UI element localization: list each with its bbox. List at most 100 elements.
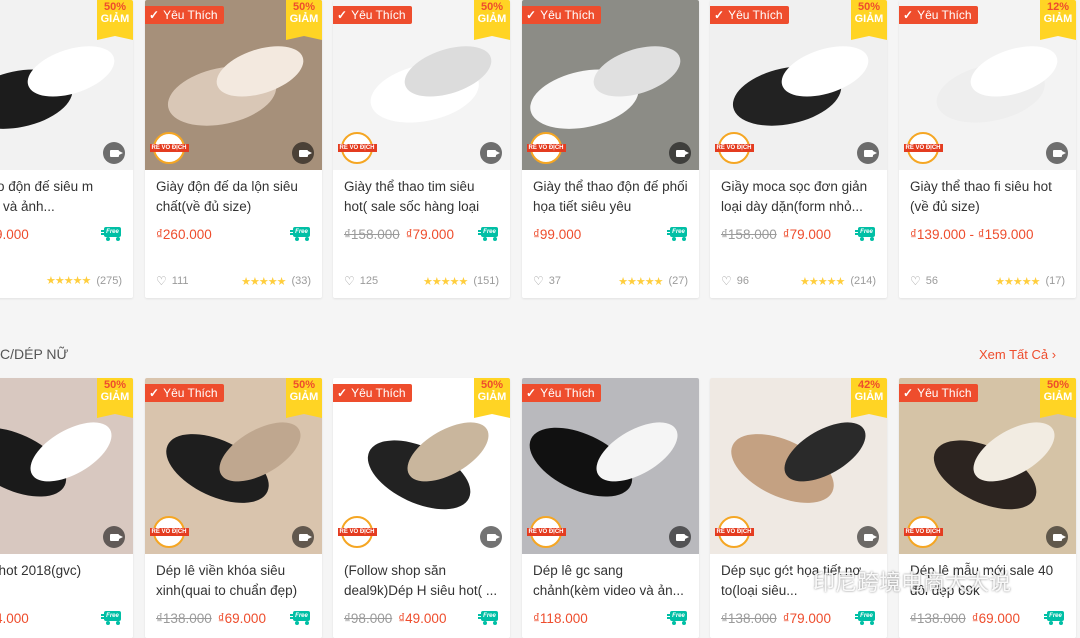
product-name[interactable]: (Follow shop săn deal9k)Dép H siêu hot( … bbox=[333, 554, 510, 601]
product-image[interactable]: 50%GIẢMRẺ VÔ ĐỊCH bbox=[0, 378, 133, 554]
sale-price: ₫139.000 - ₫159.000 bbox=[910, 227, 1034, 242]
cheapest-badge-text: RẺ VÔ ĐỊCH bbox=[526, 528, 566, 536]
product-card[interactable]: ✓ Yêu Thích 50% GIẢM RẺ VÔ ĐỊCH Giày thể thao… bbox=[333, 0, 510, 298]
favorite-badge: ✓ Yêu Thích bbox=[333, 384, 412, 402]
product-card[interactable]: ✓ Yêu Thích 12% GIẢM RẺ VÔ ĐỊCH Giày thể thao… bbox=[899, 0, 1076, 298]
product-name[interactable]: Giày thể thao độn đế phối họa tiết siêu … bbox=[522, 170, 699, 217]
check-icon: ✓ bbox=[337, 8, 348, 22]
product-price: ₫138.000 ₫69.000 Free bbox=[145, 601, 322, 626]
see-all-link[interactable]: Xem Tất Cả › bbox=[979, 347, 1056, 362]
sale-price: ₫118.000 bbox=[533, 611, 588, 626]
old-price: ₫158.000 bbox=[344, 227, 400, 242]
product-image[interactable]: ✓ Yêu Thích 50% GIẢM RẺ VÔ ĐỊCH bbox=[145, 0, 322, 170]
product-card[interactable]: ✓ Yêu Thích RẺ VÔ ĐỊCH Dép lê gc sang chảnh… bbox=[522, 378, 699, 638]
discount-word: GIẢM bbox=[289, 12, 319, 25]
product-name[interactable]: Giày thể thao fi siêu hot (về đủ size) bbox=[899, 170, 1076, 217]
section-title: C/DÉP NỮ bbox=[0, 346, 69, 362]
product-image[interactable]: ✓ Yêu Thích RẺ VÔ ĐỊCH bbox=[522, 0, 699, 170]
heart-icon[interactable]: ♡ bbox=[910, 274, 921, 288]
sale-price: ₫69.000 bbox=[971, 611, 1020, 626]
favorite-label: Yêu Thích bbox=[351, 8, 406, 22]
heart-icon[interactable]: ♡ bbox=[344, 274, 355, 288]
free-shipping-icon: Free bbox=[855, 226, 877, 241]
product-image[interactable]: ✓ Yêu Thích 50% GIẢM RẺ VÔ ĐỊCH bbox=[145, 378, 322, 554]
check-icon: ✓ bbox=[903, 386, 914, 400]
favorite-label: Yêu Thích bbox=[351, 386, 406, 400]
old-price: ₫138.000 bbox=[721, 611, 777, 626]
product-meta: ♡ 125 ★★★★★ (151) bbox=[344, 274, 499, 288]
video-icon bbox=[103, 526, 125, 548]
product-name[interactable]: ê nữ hot 2018(gvc) bbox=[0, 554, 133, 601]
product-card[interactable]: ✓ Yêu Thích 50% GIẢM RẺ VÔ ĐỊCH (Follow shop … bbox=[333, 378, 510, 638]
product-name[interactable]: Giày độn đế da lộn siêu chất(về đủ size) bbox=[145, 170, 322, 217]
product-name[interactable]: Dép lê viền khóa siêu xinh(quai to chuẩn… bbox=[145, 554, 322, 601]
product-name[interactable]: ể thao độn đế siêu m video và ảnh... bbox=[0, 170, 133, 217]
product-name[interactable]: Giầy moca sọc đơn giản loại dày dặn(form… bbox=[710, 170, 887, 217]
cheapest-badge-icon: RẺ VÔ ĐỊCH bbox=[337, 516, 377, 548]
video-icon bbox=[1046, 526, 1068, 548]
video-icon bbox=[669, 526, 691, 548]
product-price: ₫138.000 ₫69.000 Free bbox=[899, 601, 1076, 626]
discount-word: GIẢM bbox=[100, 390, 130, 403]
discount-word: GIẢM bbox=[854, 12, 884, 25]
cheapest-badge-text: RẺ VÔ ĐỊCH bbox=[149, 144, 189, 152]
video-icon bbox=[480, 526, 502, 548]
cheapest-badge-text: RẺ VÔ ĐỊCH bbox=[337, 528, 377, 536]
product-card[interactable]: ✓ Yêu Thích 50% GIẢM RẺ VÔ ĐỊCH Dép lê viền k… bbox=[145, 378, 322, 638]
product-image[interactable]: ✓ Yêu Thích 50% GIẢM RẺ VÔ ĐỊCH bbox=[333, 378, 510, 554]
product-name[interactable]: Giày thể thao tim siêu hot( sale sốc hàn… bbox=[333, 170, 510, 217]
favorite-label: Yêu Thích bbox=[917, 386, 972, 400]
review-count: (27) bbox=[668, 275, 688, 287]
heart-icon[interactable]: ♡ bbox=[533, 274, 544, 288]
product-image[interactable]: ✓ Yêu Thích 50% GIẢM RẺ VÔ ĐỊCH bbox=[333, 0, 510, 170]
discount-word: GIẢM bbox=[1043, 390, 1073, 403]
discount-word: GIẢM bbox=[1043, 12, 1073, 25]
like-count: 96 bbox=[736, 275, 750, 287]
wechat-logo-icon bbox=[781, 570, 807, 590]
product-card[interactable]: ✓ Yêu Thích 50% GIẢM RẺ VÔ ĐỊCH Dép lê mẫu mớ… bbox=[899, 378, 1076, 638]
product-name[interactable]: Dép lê gc sang chảnh(kèm video và ản... bbox=[522, 554, 699, 601]
product-price: ₫138.000 ₫79.000 Free bbox=[710, 601, 887, 626]
favorite-badge: ✓ Yêu Thích bbox=[522, 384, 601, 402]
product-image[interactable]: ✓ Yêu Thích 50% GIẢM RẺ VÔ ĐỊCH bbox=[899, 378, 1076, 554]
favorite-badge: ✓ Yêu Thích bbox=[145, 6, 224, 24]
product-image[interactable]: ✓ Yêu Thích RẺ VÔ ĐỊCH bbox=[522, 378, 699, 554]
old-price: ₫158.000 bbox=[721, 227, 777, 242]
product-card[interactable]: 42% GIẢM RẺ VÔ ĐỊCH Dép sục gót họa tiết nơ… bbox=[710, 378, 887, 638]
cheapest-badge-icon: RẺ VÔ ĐỊCH bbox=[149, 516, 189, 548]
product-image[interactable]: ✓ Yêu Thích 50% GIẢM RẺ VÔ ĐỊCH bbox=[710, 0, 887, 170]
product-image[interactable]: 50%GIẢMRẺ VÔ ĐỊCH bbox=[0, 0, 133, 170]
product-image[interactable]: 42% GIẢM RẺ VÔ ĐỊCH bbox=[710, 378, 887, 554]
heart-icon[interactable]: ♡ bbox=[721, 274, 732, 288]
product-card[interactable]: ✓ Yêu Thích 50% GIẢM RẺ VÔ ĐỊCH Giầy moca sọc… bbox=[710, 0, 887, 298]
free-shipping-icon: Free bbox=[478, 226, 500, 241]
product-card[interactable]: 50%GIẢMRẺ VÔ ĐỊCHể thao độn đế siêu m vi… bbox=[0, 0, 133, 298]
star-rating-icon: ★★★★★ bbox=[241, 275, 286, 288]
free-shipping-icon: Free bbox=[855, 610, 877, 625]
favorite-badge: ✓ Yêu Thích bbox=[710, 6, 789, 24]
discount-badge: 50% GIẢM bbox=[474, 378, 510, 418]
discount-word: GIẢM bbox=[477, 390, 507, 403]
product-card[interactable]: ✓ Yêu Thích 50% GIẢM RẺ VÔ ĐỊCH Giày độn đế d… bbox=[145, 0, 322, 298]
free-shipping-icon: Free bbox=[101, 226, 123, 241]
sale-price: ₫54.000 bbox=[0, 611, 29, 626]
cheapest-badge-icon: RẺ VÔ ĐỊCH bbox=[526, 516, 566, 548]
cheapest-badge-icon: RẺ VÔ ĐỊCH bbox=[903, 132, 943, 164]
product-image[interactable]: ✓ Yêu Thích 12% GIẢM RẺ VÔ ĐỊCH bbox=[899, 0, 1076, 170]
free-shipping-icon: Free bbox=[478, 610, 500, 625]
favorite-label: Yêu Thích bbox=[163, 386, 218, 400]
product-price: ₫260.000 Free bbox=[145, 217, 322, 242]
video-icon bbox=[857, 142, 879, 164]
review-count: (17) bbox=[1045, 275, 1065, 287]
product-card[interactable]: ✓ Yêu Thích RẺ VÔ ĐỊCH Giày thể thao độn đế… bbox=[522, 0, 699, 298]
favorite-label: Yêu Thích bbox=[728, 8, 783, 22]
star-rating-icon: ★★★★★ bbox=[618, 275, 663, 288]
favorite-label: Yêu Thích bbox=[540, 386, 595, 400]
old-price: ₫138.000 bbox=[156, 611, 212, 626]
heart-icon[interactable]: ♡ bbox=[156, 274, 167, 288]
product-price: ₫158.000 ₫79.000 Free bbox=[333, 217, 510, 242]
free-shipping-icon: Free bbox=[1044, 610, 1066, 625]
check-icon: ✓ bbox=[526, 8, 537, 22]
cheapest-badge-icon: RẺ VÔ ĐỊCH bbox=[526, 132, 566, 164]
product-card[interactable]: 50%GIẢMRẺ VÔ ĐỊCHê nữ hot 2018(gvc)0₫54.… bbox=[0, 378, 133, 638]
